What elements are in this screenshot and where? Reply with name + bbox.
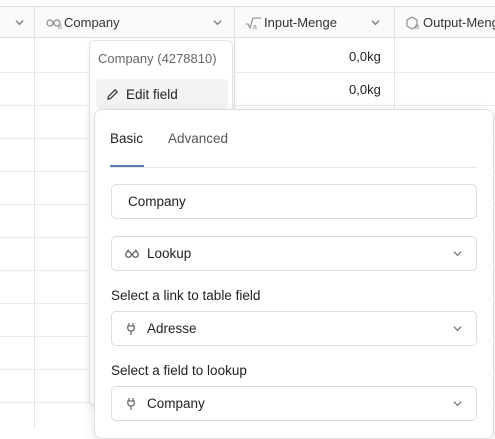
field-type-select[interactable]: Lookup [111,236,477,271]
chevron-down-icon [453,326,462,332]
formula-icon: a [246,17,261,30]
link-field-label: Select a link to table field [111,288,261,303]
field-name-value: Company [128,194,186,209]
edit-field-label: Edit field [126,86,178,102]
column-header-input-menge[interactable]: a Input-Menge [234,6,394,38]
tab-basic[interactable]: Basic [110,131,143,146]
pencil-icon [107,88,118,100]
tab-advanced[interactable]: Advanced [168,131,228,146]
svg-text:a: a [253,24,257,30]
lookup-field-select[interactable]: Company [111,386,477,421]
column-header-label: Company [64,14,120,30]
lookup-icon [125,248,139,258]
input-menge-cell[interactable]: 0,0kg [349,49,381,64]
link-field-value: Adresse [147,321,197,336]
column-header-prev[interactable] [0,6,35,38]
column-header-company[interactable]: B Company [35,6,234,38]
field-name-input[interactable]: Company [111,184,477,219]
lookup-icon: B [46,19,62,29]
row-divider [0,72,495,73]
tab-divider [110,167,477,168]
lookup-box-icon: B [406,16,419,30]
chevron-down-icon[interactable] [15,18,24,27]
field-type-value: Lookup [147,246,192,261]
active-tab-indicator [110,165,144,167]
input-menge-cell[interactable]: 0,0kg [349,82,381,97]
svg-text:B: B [415,25,419,30]
chevron-down-icon[interactable] [213,18,222,27]
row-divider [0,105,495,106]
plug-icon [127,322,135,335]
edit-field-button[interactable]: Edit field [96,79,228,109]
column-divider [34,6,35,429]
lookup-field-label: Select a field to lookup [111,363,247,378]
link-field-select[interactable]: Adresse [111,311,477,346]
column-header-label: Input-Menge [264,14,337,30]
chevron-down-icon [453,401,462,407]
lookup-field-value: Company [147,396,205,411]
svg-text:B: B [58,25,62,29]
column-header-label: Output-Menge [423,14,495,30]
column-header-output-menge[interactable]: B Output-Menge [394,6,495,38]
chevron-down-icon[interactable] [371,18,380,27]
edit-field-panel: Basic Advanced Company Lookup Select a l… [94,109,494,439]
menu-title: Company (4278810) [98,51,217,66]
plug-icon [127,397,135,410]
chevron-down-icon [453,251,462,257]
